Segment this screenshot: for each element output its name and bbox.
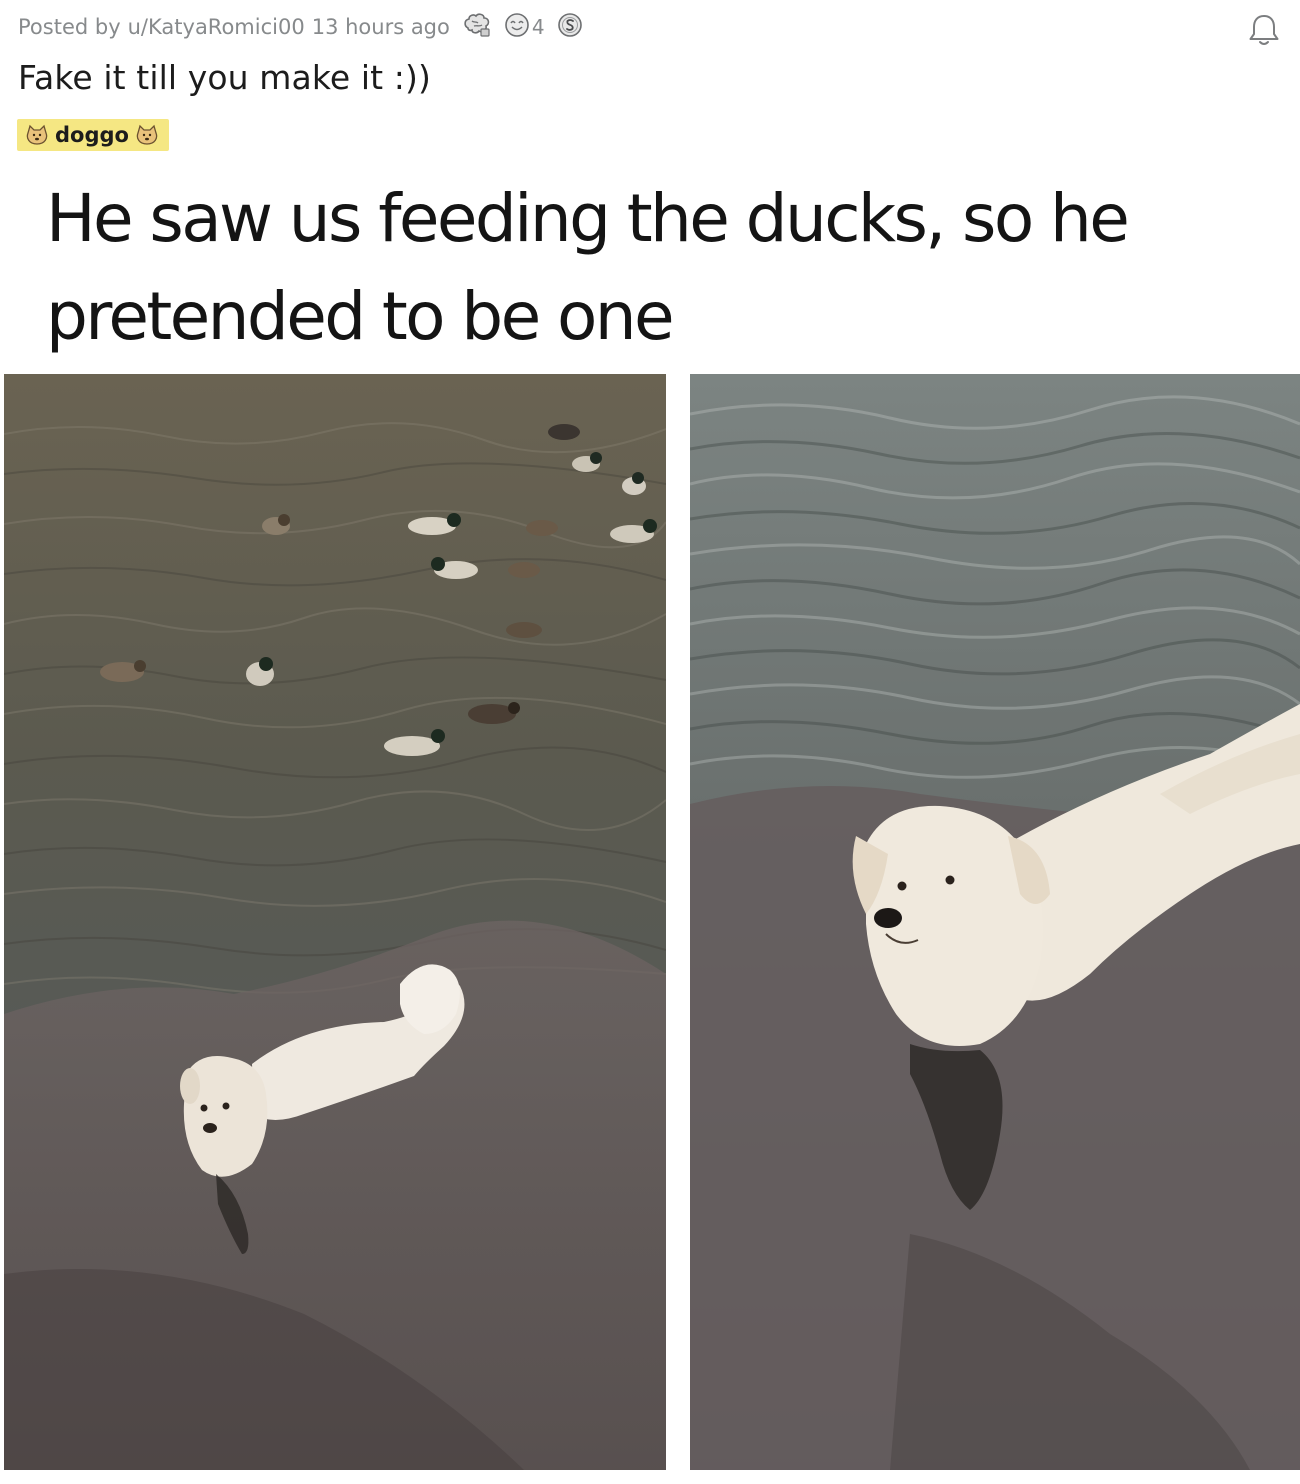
silver-coin-award-icon[interactable]	[557, 12, 583, 43]
doge-emoji-icon	[136, 124, 158, 145]
posted-by-label: Posted by	[18, 15, 121, 39]
meme-caption: He saw us feeding the ducks, so he prete…	[46, 180, 1130, 355]
post-image[interactable]: He saw us feeding the ducks, so he prete…	[4, 166, 1300, 1470]
flair-label: doggo	[55, 123, 129, 147]
post-age: 13 hours ago	[311, 15, 450, 39]
post-flair[interactable]: doggo	[17, 119, 169, 151]
post-meta: Posted by u/KatyaRomici00 13 hours ago 4	[18, 10, 583, 44]
award-count: 4	[531, 15, 545, 39]
author-link[interactable]: u/KatyaRomici00	[128, 15, 305, 39]
reddit-post: Posted by u/KatyaRomici00 13 hours ago 4	[0, 0, 1300, 1484]
follow-bell-button[interactable]	[1244, 10, 1284, 50]
bell-icon	[1249, 15, 1279, 45]
photo-ducks-and-dog	[4, 374, 666, 1470]
brain-award-icon[interactable]	[462, 12, 492, 43]
wholesome-award-icon[interactable]	[504, 12, 530, 43]
doge-emoji-icon	[26, 124, 48, 145]
photo-dog-closeup	[690, 374, 1300, 1470]
post-title[interactable]: Fake it till you make it :))	[18, 58, 431, 97]
